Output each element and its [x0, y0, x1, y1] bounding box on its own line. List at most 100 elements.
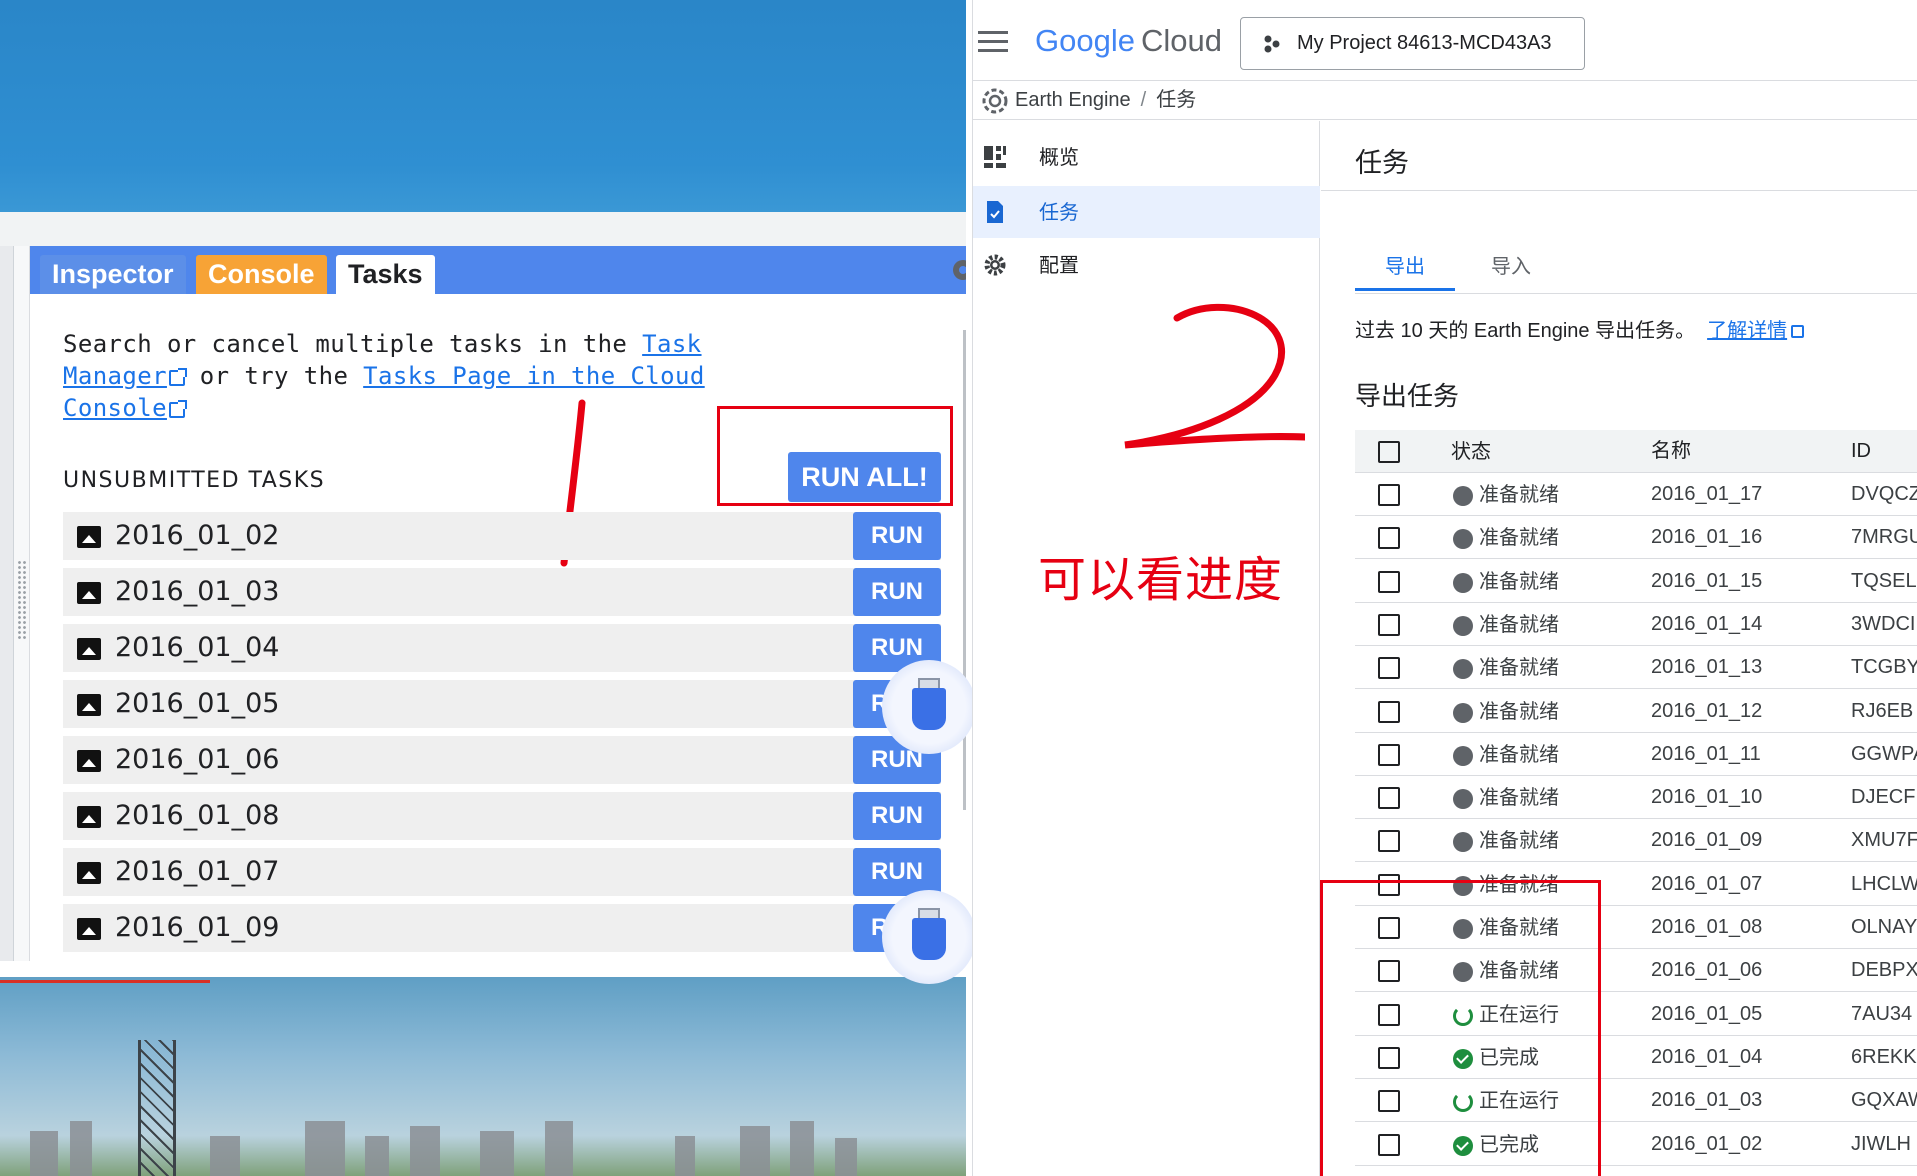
- row-name[interactable]: 2016_01_10: [1651, 776, 1762, 818]
- table-row[interactable]: 准备就绪 2016_01_09 XMU7F: [1355, 819, 1917, 863]
- row-checkbox-icon[interactable]: [1378, 657, 1400, 680]
- table-row[interactable]: 准备就绪 2016_01_15 TQSEL: [1355, 560, 1917, 603]
- tab-console[interactable]: Console: [196, 255, 327, 294]
- task-name: 2016_01_04: [115, 632, 280, 663]
- splitter-grip-icon[interactable]: [17, 560, 27, 640]
- row-id: 7MRGU: [1851, 526, 1917, 549]
- row-name[interactable]: 2016_01_11: [1651, 733, 1761, 775]
- earth-engine-icon: [982, 88, 1008, 114]
- intro-text-1: Search or cancel multiple tasks in the: [63, 330, 643, 358]
- row-name[interactable]: 2016_01_06: [1651, 949, 1762, 991]
- cloud-top-bar: Google Cloud My Project 84613-MCD43A3: [973, 0, 1917, 80]
- task-name: 2016_01_05: [115, 688, 280, 719]
- row-name[interactable]: 2016_01_16: [1651, 516, 1762, 558]
- tab-inspector[interactable]: Inspector: [40, 255, 186, 294]
- annotation-box-run-all: [717, 406, 953, 506]
- row-name[interactable]: 2016_01_07: [1651, 863, 1762, 905]
- usb-drive-icon[interactable]: [882, 660, 976, 754]
- image-icon: [77, 862, 101, 884]
- sidebar-item-label: 概览: [1039, 145, 1079, 169]
- sidebar-item-overview[interactable]: 概览: [973, 131, 1320, 183]
- row-name[interactable]: 2016_01_12: [1651, 690, 1762, 732]
- task-row: 2016_01_06 RUN: [63, 736, 941, 784]
- row-id: XMU7F: [1851, 829, 1917, 852]
- gear-icon: [984, 254, 1006, 276]
- table-row[interactable]: 准备就绪 2016_01_10 DJECF: [1355, 776, 1917, 820]
- image-icon: [77, 806, 101, 828]
- task-row: 2016_01_05 RUN: [63, 680, 941, 728]
- status-dot-icon: [1453, 572, 1473, 593]
- row-checkbox-icon[interactable]: [1378, 570, 1400, 593]
- breadcrumb-product[interactable]: Earth Engine: [1015, 89, 1131, 111]
- task-name: 2016_01_02: [115, 520, 280, 551]
- status-dot-icon: [1453, 659, 1473, 680]
- sidebar-item-settings[interactable]: 配置: [973, 239, 1320, 291]
- row-name[interactable]: 2016_01_14: [1651, 603, 1762, 645]
- table-row[interactable]: 准备就绪 2016_01_14 3WDCI: [1355, 603, 1917, 646]
- row-checkbox-icon[interactable]: [1378, 743, 1400, 766]
- row-checkbox-icon[interactable]: [1378, 527, 1400, 550]
- row-id: TQSEL: [1851, 569, 1917, 592]
- run-task-button[interactable]: RUN: [853, 848, 941, 896]
- project-name: My Project 84613-MCD43A3: [1297, 32, 1552, 54]
- column-id[interactable]: ID: [1851, 430, 1871, 472]
- row-id: TCGBY: [1851, 656, 1917, 679]
- row-name[interactable]: 2016_01_04: [1651, 1036, 1762, 1078]
- row-name[interactable]: 2016_01_17: [1651, 473, 1762, 515]
- tab-import[interactable]: 导入: [1461, 241, 1561, 291]
- tasks-settings-gear-icon[interactable]: [941, 252, 966, 288]
- google-cloud-logo[interactable]: Google Cloud: [1035, 23, 1222, 59]
- column-status[interactable]: 状态: [1451, 430, 1491, 472]
- table-row[interactable]: 准备就绪 2016_01_16 7MRGU: [1355, 516, 1917, 560]
- sidebar-item-label: 任务: [1039, 200, 1079, 224]
- table-row[interactable]: 准备就绪 2016_01_13 TCGBY: [1355, 646, 1917, 690]
- row-name[interactable]: 2016_01_13: [1651, 646, 1762, 688]
- table-row[interactable]: 准备就绪 2016_01_12 RJ6EB: [1355, 690, 1917, 733]
- status-dot-icon: [1453, 745, 1473, 766]
- run-task-button[interactable]: RUN: [853, 568, 941, 616]
- description-text: 过去 10 天的 Earth Engine 导出任务。: [1355, 320, 1696, 342]
- task-row: 2016_01_08 RUN: [63, 792, 941, 840]
- column-name[interactable]: 名称: [1651, 430, 1691, 472]
- row-name[interactable]: 2016_01_05: [1651, 993, 1762, 1035]
- project-selector[interactable]: My Project 84613-MCD43A3: [1240, 17, 1585, 70]
- learn-more-link[interactable]: 了解详情: [1707, 320, 1787, 342]
- task-row: 2016_01_04 RUN: [63, 624, 941, 672]
- breadcrumb-separator: /: [1140, 89, 1147, 111]
- row-name[interactable]: 2016_01_15: [1651, 560, 1762, 602]
- page-title: 任务: [1355, 148, 1409, 179]
- run-task-button[interactable]: RUN: [853, 792, 941, 840]
- row-id: GGWPA: [1851, 742, 1917, 765]
- row-status: 准备就绪: [1479, 611, 1559, 636]
- row-status: 准备就绪: [1479, 568, 1559, 593]
- row-status: 准备就绪: [1479, 741, 1559, 766]
- row-name[interactable]: 2016_01_02: [1651, 1123, 1762, 1165]
- external-link-icon: [168, 400, 187, 418]
- table-row[interactable]: 准备就绪 2016_01_11 GGWPA: [1355, 733, 1917, 776]
- row-name[interactable]: 2016_01_03: [1651, 1079, 1762, 1121]
- annotation-box-status: [1320, 880, 1601, 1176]
- run-task-button[interactable]: RUN: [853, 512, 941, 560]
- tab-tasks[interactable]: Tasks: [336, 255, 435, 294]
- menu-icon[interactable]: [978, 31, 1008, 53]
- usb-drive-icon[interactable]: [882, 890, 976, 984]
- row-status: 准备就绪: [1479, 655, 1559, 680]
- row-checkbox-icon[interactable]: [1378, 484, 1400, 506]
- row-status: 准备就绪: [1479, 698, 1559, 723]
- unsubmitted-tasks-heading: UNSUBMITTED TASKS: [63, 468, 326, 493]
- select-all-checkbox-icon[interactable]: [1378, 441, 1400, 463]
- row-checkbox-icon[interactable]: [1378, 830, 1400, 853]
- status-dot-icon: [1453, 615, 1473, 636]
- row-name[interactable]: 2016_01_08: [1651, 906, 1762, 948]
- table-row[interactable]: 准备就绪 2016_01_17 DVQCZ: [1355, 473, 1917, 516]
- image-icon: [77, 750, 101, 772]
- task-name: 2016_01_09: [115, 912, 280, 943]
- sidebar-item-tasks[interactable]: 任务: [973, 186, 1320, 238]
- row-checkbox-icon[interactable]: [1378, 700, 1400, 723]
- task-row: 2016_01_02 RUN: [63, 512, 941, 560]
- row-checkbox-icon[interactable]: [1378, 787, 1400, 810]
- tab-export[interactable]: 导出: [1355, 241, 1455, 291]
- row-id: DEBPX: [1851, 959, 1917, 982]
- row-checkbox-icon[interactable]: [1378, 613, 1400, 636]
- row-name[interactable]: 2016_01_09: [1651, 819, 1762, 861]
